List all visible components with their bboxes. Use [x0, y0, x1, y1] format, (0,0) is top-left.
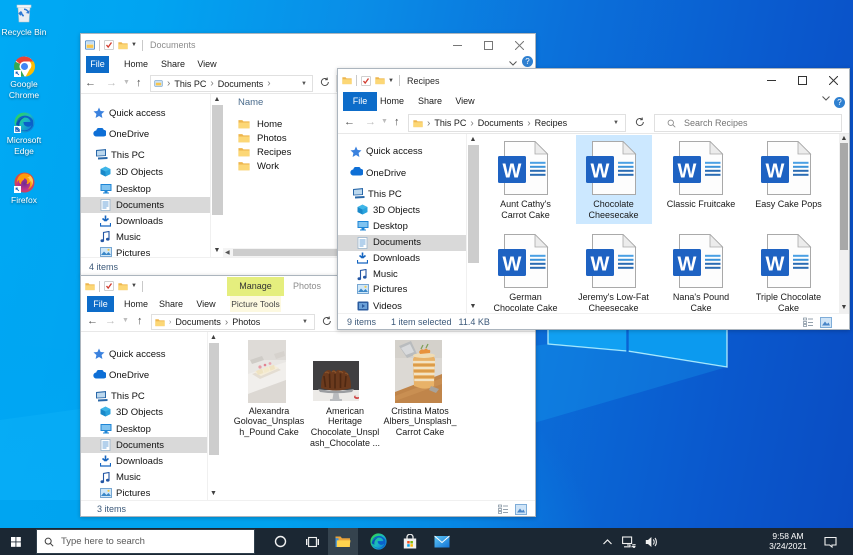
- svg-text:W: W: [502, 254, 521, 276]
- svg-text:W: W: [678, 254, 697, 276]
- svg-text:W: W: [765, 254, 784, 276]
- svg-text:W: W: [590, 161, 609, 183]
- svg-text:W: W: [765, 161, 784, 183]
- svg-text:W: W: [502, 161, 521, 183]
- svg-text:W: W: [678, 161, 697, 183]
- svg-text:W: W: [590, 254, 609, 276]
